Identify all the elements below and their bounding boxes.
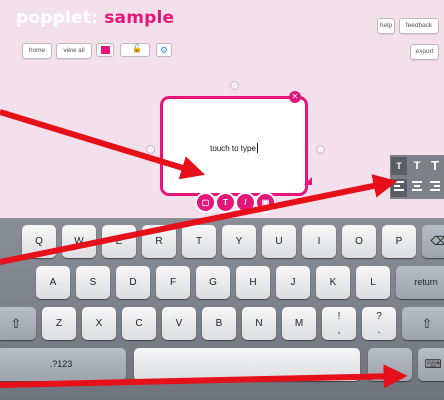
key-u[interactable]: U	[262, 225, 296, 258]
text-tool-icon[interactable]: T	[215, 192, 236, 213]
font-size-small-button[interactable]: T	[391, 157, 407, 175]
key-z[interactable]: Z	[42, 307, 76, 340]
key-x[interactable]: X	[82, 307, 116, 340]
space-key[interactable]	[134, 348, 360, 381]
font-size-large-button[interactable]: T	[427, 157, 443, 175]
align-left-icon[interactable]	[391, 179, 407, 197]
key-exclamation-upper: !	[337, 311, 341, 322]
key-v[interactable]: V	[162, 307, 196, 340]
feedback-button[interactable]: feedback	[399, 18, 439, 34]
key-q[interactable]: Q	[22, 225, 56, 258]
shift-key-right[interactable]: ⇧	[402, 307, 444, 340]
popplet-box[interactable]: touch to type	[160, 96, 308, 196]
app-title: popplet: sample	[16, 8, 174, 28]
gear-icon: ⚙	[160, 45, 169, 55]
font-size-medium-button[interactable]: T	[409, 157, 425, 175]
connect-handle-right[interactable]	[316, 145, 325, 154]
key-i[interactable]: I	[302, 225, 336, 258]
close-icon[interactable]: ✕	[289, 91, 301, 103]
shift-key-left[interactable]: ⇧	[0, 307, 36, 340]
onscreen-keyboard: Q W E R T Y U I O P ⌫ A S D F G H J K L …	[0, 218, 444, 400]
numbers-key-right[interactable]	[368, 348, 412, 381]
key-e[interactable]: E	[102, 225, 136, 258]
key-question-upper: ?	[376, 311, 382, 322]
key-m[interactable]: M	[282, 307, 316, 340]
return-key[interactable]: return	[396, 266, 444, 299]
key-s[interactable]: S	[76, 266, 110, 299]
draw-tool-icon[interactable]: /	[235, 192, 256, 213]
lock-icon: 🔓	[132, 44, 142, 53]
key-comma-lower: ,	[337, 325, 341, 336]
key-h[interactable]: H	[236, 266, 270, 299]
home-button[interactable]: home	[22, 43, 52, 59]
color-picker-button[interactable]	[96, 43, 114, 57]
key-p[interactable]: P	[382, 225, 416, 258]
image-tool-icon[interactable]: ▣	[255, 192, 276, 213]
key-o[interactable]: O	[342, 225, 376, 258]
key-w[interactable]: W	[62, 225, 96, 258]
key-question[interactable]: ? .	[362, 307, 396, 340]
key-f[interactable]: F	[156, 266, 190, 299]
key-k[interactable]: K	[316, 266, 350, 299]
numbers-key[interactable]: .?123	[0, 348, 126, 381]
key-period-lower: .	[377, 325, 381, 336]
connect-handle-top[interactable]	[230, 81, 239, 90]
view-all-button[interactable]: view all	[56, 43, 92, 59]
key-l[interactable]: L	[356, 266, 390, 299]
help-button[interactable]: help	[377, 18, 395, 34]
key-a[interactable]: A	[36, 266, 70, 299]
export-button[interactable]: export	[410, 44, 439, 60]
document-title[interactable]: sample	[104, 8, 174, 28]
key-g[interactable]: G	[196, 266, 230, 299]
key-r[interactable]: R	[142, 225, 176, 258]
keyboard-hide-icon: ⌨	[424, 357, 442, 371]
key-j[interactable]: J	[276, 266, 310, 299]
key-c[interactable]: C	[122, 307, 156, 340]
app-name: popplet:	[16, 8, 99, 28]
text-format-panel: T T T	[390, 155, 444, 199]
lock-button[interactable]: 🔓	[120, 43, 150, 57]
connect-handle-left[interactable]	[146, 145, 155, 154]
key-n[interactable]: N	[242, 307, 276, 340]
frame-tool-icon[interactable]: ▢	[195, 192, 216, 213]
settings-button[interactable]: ⚙	[156, 43, 172, 57]
popplet-app-screen: popplet: sample help feedback export hom…	[0, 0, 444, 400]
key-d[interactable]: D	[116, 266, 150, 299]
key-b[interactable]: B	[202, 307, 236, 340]
text-cursor	[256, 143, 258, 153]
resize-handle-icon[interactable]	[304, 177, 312, 185]
align-right-icon[interactable]	[427, 179, 443, 197]
align-center-icon[interactable]	[409, 179, 425, 197]
key-y[interactable]: Y	[222, 225, 256, 258]
backspace-key[interactable]: ⌫	[422, 225, 444, 258]
key-exclamation[interactable]: ! ,	[322, 307, 356, 340]
key-t[interactable]: T	[182, 225, 216, 258]
color-swatch	[101, 46, 110, 54]
hide-keyboard-key[interactable]: ⌨	[418, 348, 444, 381]
popplet-placeholder: touch to type	[210, 144, 256, 153]
popplet-text[interactable]: touch to type	[163, 143, 305, 153]
